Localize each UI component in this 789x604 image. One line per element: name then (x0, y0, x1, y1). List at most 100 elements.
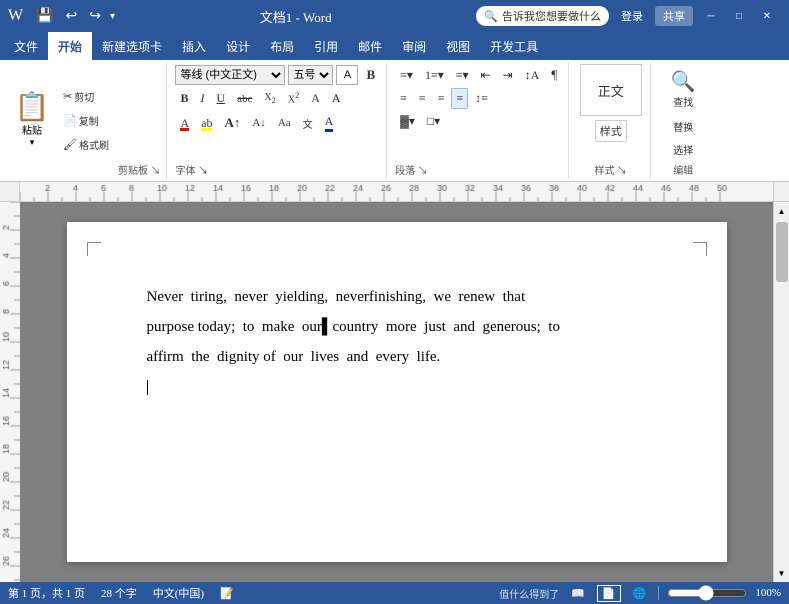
ribbon-content: 📋 粘贴 ▾ ✂ 剪切 📄 复制 🖌 格式刷 剪贴板 ↘ 等线 (中文正文) 五… (0, 60, 789, 181)
word-count: 28 个字 (101, 585, 137, 601)
text-line3: affirm the dignity of our lives and ever… (147, 342, 647, 372)
phonetic-guide-btn[interactable]: 文 (298, 113, 318, 134)
scroll-thumb[interactable] (776, 222, 788, 282)
ruler-horizontal[interactable] (20, 182, 773, 202)
sort-btn[interactable]: ↕A (520, 65, 545, 86)
font-size-shrink[interactable]: A↓ (247, 114, 270, 132)
style-gallery[interactable]: 正文 (580, 64, 642, 116)
editing-label: 编辑 (673, 160, 693, 177)
minimize-button[interactable]: ─ (697, 2, 725, 30)
title-bar: W 💾 ↩ ↪ ▾ 文档1 - Word 🔍 告诉我您想要做什么 登录 共享 ─… (0, 0, 789, 32)
font-row1: 等线 (中文正文) 五号 B (175, 64, 380, 86)
format-painter-button[interactable]: 🖌 格式刷 (58, 134, 114, 155)
justify-btn[interactable]: ≡ (451, 88, 468, 109)
bold-btn[interactable]: B (175, 88, 193, 109)
show-marks-btn[interactable]: ¶ (546, 64, 562, 86)
subscript-btn[interactable]: X2 (259, 89, 280, 108)
corner-tl (87, 242, 101, 256)
underline-btn[interactable]: U (211, 88, 230, 109)
text-effect-btn[interactable]: A (327, 88, 346, 109)
font-size-select[interactable]: 五号 (288, 65, 333, 85)
login-button[interactable]: 登录 (613, 6, 651, 26)
borders-btn[interactable]: □▾ (422, 111, 445, 132)
copy-button[interactable]: 📄 复制 (58, 110, 114, 131)
editing-group: 🔍 查找 替换 选择 编辑 (653, 62, 713, 179)
superscript-btn[interactable]: X2 (283, 88, 304, 108)
ruler-vertical[interactable] (0, 202, 20, 582)
view-read-button[interactable]: 📖 (567, 586, 589, 601)
text-cursor (147, 380, 148, 395)
bullets-btn[interactable]: ≡▾ (395, 65, 418, 86)
change-case-btn[interactable]: Aa (273, 114, 296, 132)
tab-mailings[interactable]: 邮件 (348, 32, 392, 60)
indent-btn[interactable]: ⇥ (498, 65, 518, 86)
normal-style-preview: 正文 (598, 81, 624, 100)
zoom-slider[interactable] (667, 586, 747, 600)
quick-undo[interactable]: ↩ (63, 6, 81, 27)
view-page-button[interactable]: 📄 (597, 585, 621, 602)
share-button[interactable]: 共享 (655, 6, 693, 26)
replace-button[interactable]: 替换 (668, 116, 698, 137)
view-web-button[interactable]: 🌐 (629, 586, 651, 601)
clear-format-btn[interactable]: A (306, 88, 325, 109)
styles-label: 样式 ↘ (594, 160, 627, 177)
font-size-input[interactable] (336, 65, 358, 85)
tab-review[interactable]: 审阅 (392, 32, 436, 60)
paste-icon: 📋 (15, 94, 50, 122)
styles-group: 正文 样式 样式 ↘ (571, 62, 651, 179)
text-line2: purpose today; to make our▌country more … (147, 312, 647, 342)
cut-button[interactable]: ✂ 剪切 (58, 86, 114, 107)
tab-file[interactable]: 文件 (4, 32, 48, 60)
tab-home[interactable]: 开始 (48, 32, 92, 60)
document-area[interactable]: Never tiring, never yielding, neverfinis… (20, 202, 773, 582)
align-right-btn[interactable]: ≡ (433, 88, 450, 109)
font-color-btn[interactable]: A (175, 113, 194, 134)
quick-redo[interactable]: ↪ (86, 6, 104, 27)
paste-dropdown[interactable]: ▾ (30, 137, 35, 148)
quick-save[interactable]: 💾 (33, 6, 56, 27)
tab-view[interactable]: 视图 (436, 32, 480, 60)
multilevel-btn[interactable]: ≡▾ (451, 65, 474, 86)
window-controls: ─ □ ✕ (697, 2, 781, 30)
page-content[interactable]: Never tiring, never yielding, neverfinis… (147, 282, 647, 402)
tab-developer[interactable]: 开发工具 (480, 32, 548, 60)
main-area: Never tiring, never yielding, neverfinis… (0, 202, 789, 582)
align-center-btn[interactable]: ≡ (414, 88, 431, 109)
font-name-select[interactable]: 等线 (中文正文) (175, 65, 285, 85)
align-left-btn[interactable]: ≡ (395, 88, 412, 109)
scrollbar-vertical[interactable]: ▲ ▼ (773, 202, 789, 582)
styles-button[interactable]: 样式 (595, 120, 627, 142)
paste-button[interactable]: 📋 粘贴 ▾ (10, 91, 54, 151)
clipboard-group: 📋 粘贴 ▾ ✂ 剪切 📄 复制 🖌 格式刷 剪贴板 ↘ (4, 62, 167, 179)
ruler-area (0, 182, 789, 202)
restore-button[interactable]: □ (725, 2, 753, 30)
tab-insert[interactable]: 插入 (172, 32, 216, 60)
tab-design[interactable]: 设计 (216, 32, 260, 60)
scroll-down-button[interactable]: ▼ (775, 566, 789, 580)
tell-me-box[interactable]: 🔍 告诉我您想要做什么 (476, 6, 609, 26)
line-spacing-btn[interactable]: ↕≡ (470, 88, 493, 109)
select-button[interactable]: 选择 (668, 139, 698, 160)
font-color-a-btn[interactable]: A (320, 111, 339, 135)
ruler-corner[interactable] (0, 182, 20, 202)
bold-button[interactable]: B (361, 64, 380, 86)
outdent-btn[interactable]: ⇤ (476, 65, 496, 86)
close-button[interactable]: ✕ (753, 2, 781, 30)
italic-btn[interactable]: I (195, 88, 209, 109)
shading-btn[interactable]: ▓▾ (395, 111, 420, 132)
font-size-grow[interactable]: A↑ (219, 112, 245, 134)
status-right: 值什么得到了 📖 📄 🌐 100% (499, 585, 781, 602)
tab-new[interactable]: 新建选项卡 (92, 32, 172, 60)
find-button[interactable]: 🔍 查找 (659, 64, 707, 114)
title-bar-right: 🔍 告诉我您想要做什么 登录 共享 ─ □ ✕ (476, 2, 781, 30)
highlight-btn[interactable]: ab (196, 113, 217, 134)
font-row3: A ab A↑ A↓ Aa 文 A (175, 111, 380, 135)
tab-references[interactable]: 引用 (304, 32, 348, 60)
cursor-line[interactable] (147, 372, 647, 402)
scroll-up-button[interactable]: ▲ (775, 204, 789, 218)
numbering-btn[interactable]: 1≡▾ (420, 65, 449, 86)
clipboard-label: 剪贴板 ↘ (118, 160, 161, 177)
tab-layout[interactable]: 布局 (260, 32, 304, 60)
strikethrough-btn[interactable]: abc (232, 90, 257, 108)
editing-tools: 🔍 查找 替换 选择 (659, 64, 707, 160)
